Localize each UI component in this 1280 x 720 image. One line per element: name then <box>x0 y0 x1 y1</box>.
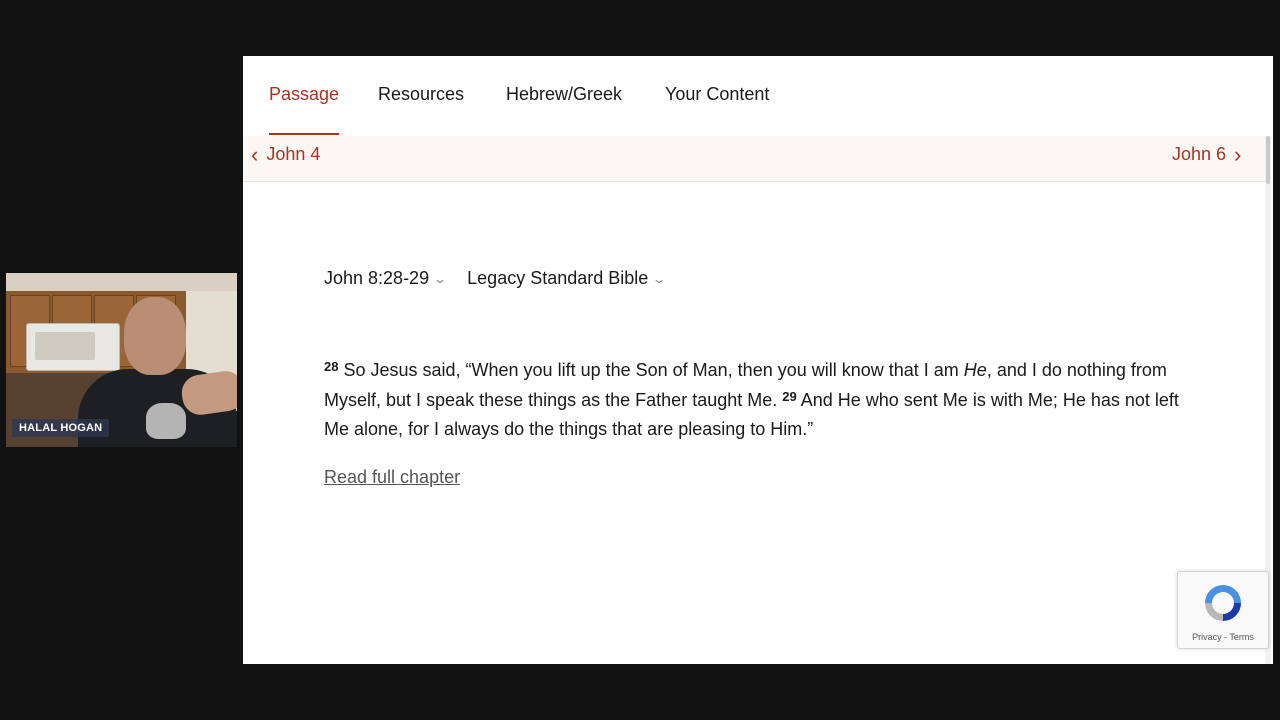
shirt-graphic <box>146 403 186 439</box>
tab-hebrew-greek[interactable]: Hebrew/Greek <box>506 84 622 105</box>
bible-gateway-panel: Passage Resources Hebrew/Greek Your Cont… <box>243 56 1273 664</box>
version-label: Legacy Standard Bible <box>467 268 649 288</box>
participant-name-label: HALAL HOGAN <box>12 419 110 437</box>
read-full-chapter-link[interactable]: Read full chapter <box>324 467 460 488</box>
recaptcha-icon <box>1205 585 1241 621</box>
passage-selectors: John 8:28-29 ⌄ Legacy Standard Bible ⌄ <box>324 268 667 289</box>
verse-number: 28 <box>324 359 339 374</box>
passage-text: 28 So Jesus said, “When you lift up the … <box>324 356 1204 445</box>
microwave <box>26 323 120 371</box>
chevron-down-icon: ⌄ <box>433 271 448 286</box>
version-dropdown[interactable]: Legacy Standard Bible ⌄ <box>467 268 667 289</box>
ceiling <box>6 273 237 293</box>
next-chapter-label: John 6 <box>1172 144 1227 164</box>
previous-chapter-label: John 4 <box>266 144 321 164</box>
tab-resources[interactable]: Resources <box>378 84 464 105</box>
previous-chapter-link[interactable]: ‹ John 4 <box>251 141 321 167</box>
verse-text: So Jesus said, “When you lift up the Son… <box>338 360 964 380</box>
italic-word: He <box>963 360 987 380</box>
person-head <box>124 297 186 375</box>
chevron-right-icon: › <box>1234 141 1242 167</box>
reference-label: John 8:28-29 <box>324 268 430 288</box>
next-chapter-link[interactable]: John 6 › <box>1172 141 1242 167</box>
chapter-navigation: ‹ John 4 John 6 › <box>243 136 1265 182</box>
scrollbar-thumb[interactable] <box>1266 136 1270 184</box>
chevron-down-icon: ⌄ <box>652 271 667 286</box>
webcam-video-tile: HALAL HOGAN <box>6 273 237 447</box>
tab-bar: Passage Resources Hebrew/Greek Your Cont… <box>243 56 1273 136</box>
chevron-left-icon: ‹ <box>251 141 259 167</box>
tab-passage[interactable]: Passage <box>269 84 339 105</box>
recaptcha-terms[interactable]: Privacy - Terms <box>1178 632 1268 642</box>
active-tab-indicator <box>269 133 339 135</box>
recaptcha-badge[interactable]: Privacy - Terms <box>1177 571 1269 649</box>
reference-dropdown[interactable]: John 8:28-29 ⌄ <box>324 268 448 289</box>
verse-number: 29 <box>782 388 797 404</box>
tab-your-content[interactable]: Your Content <box>665 84 769 105</box>
